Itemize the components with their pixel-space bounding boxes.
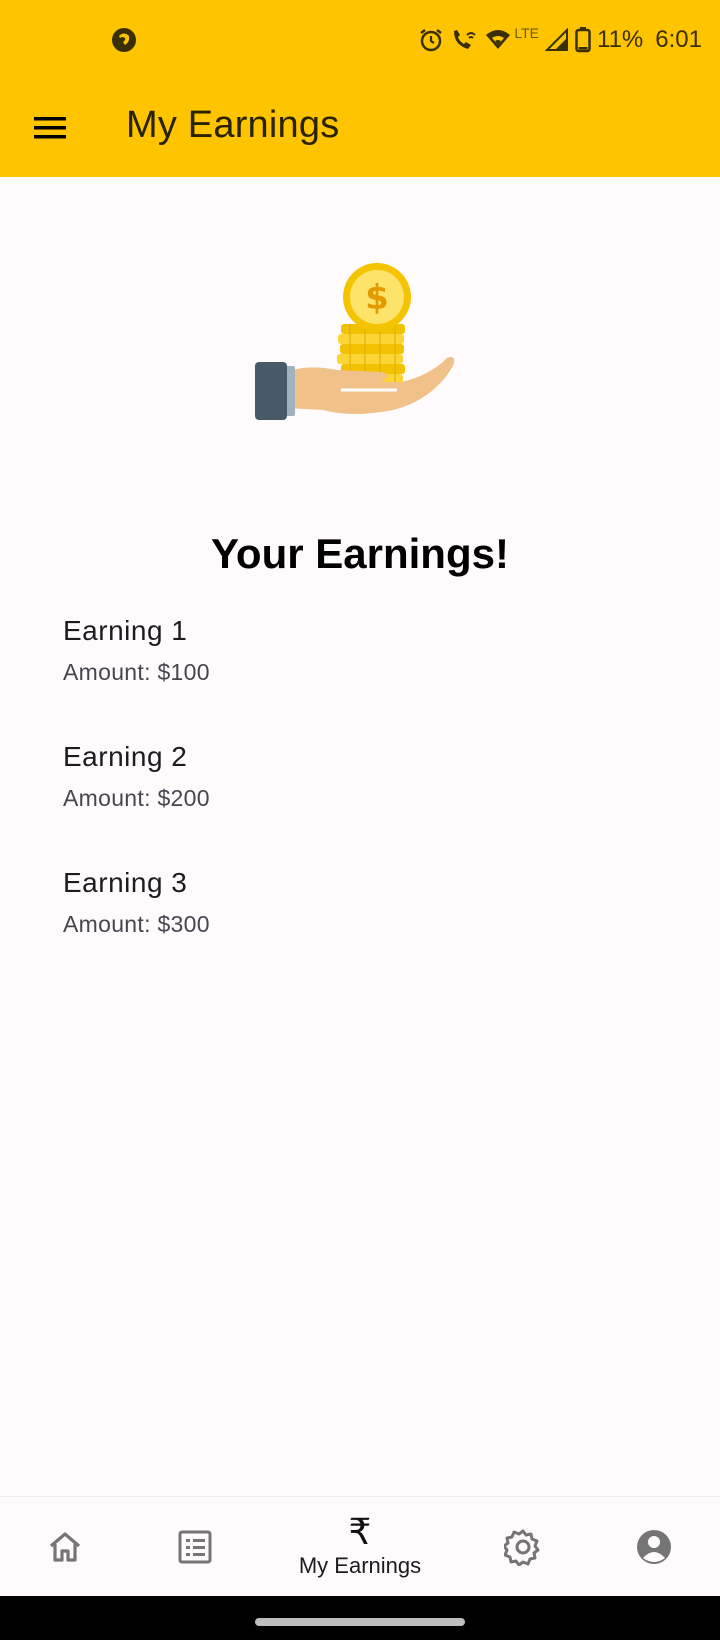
list-item[interactable]: Earning 3 Amount: $300 bbox=[63, 867, 663, 993]
home-icon bbox=[49, 1532, 81, 1562]
battery-percent: 11% bbox=[597, 26, 644, 53]
list-item[interactable]: Earning 2 Amount: $200 bbox=[63, 741, 663, 867]
list-item[interactable]: Earning 1 Amount: $100 bbox=[63, 615, 663, 741]
wifi-icon bbox=[484, 27, 512, 53]
hamburger-menu-icon bbox=[34, 117, 66, 139]
home-gesture-handle[interactable] bbox=[255, 1618, 465, 1626]
status-bar: LTE 11% 6:01 bbox=[0, 0, 720, 82]
bottom-navigation: ₹ My Earnings bbox=[0, 1496, 720, 1596]
battery-icon bbox=[575, 27, 591, 53]
earning-amount: Amount: $200 bbox=[63, 785, 210, 811]
hand-holding-coins-illustration: $ bbox=[255, 262, 465, 432]
signal-icon bbox=[545, 28, 569, 52]
earning-title: Earning 2 bbox=[63, 741, 188, 772]
earning-title: Earning 3 bbox=[63, 867, 188, 898]
app-notification-icon bbox=[110, 26, 138, 54]
nav-item-my-earnings[interactable]: ₹ My Earnings bbox=[270, 1497, 450, 1597]
rupee-icon: ₹ bbox=[348, 1512, 372, 1553]
status-icons: LTE 11% 6:01 bbox=[418, 24, 702, 56]
earnings-heading: Your Earnings! bbox=[211, 530, 509, 577]
clock: 6:01 bbox=[655, 26, 702, 53]
nav-label: My Earnings bbox=[298, 1553, 422, 1578]
earning-amount: Amount: $100 bbox=[63, 659, 210, 685]
app-bar: My Earnings bbox=[0, 82, 720, 177]
nav-item-list[interactable] bbox=[160, 1497, 230, 1597]
wifi-call-icon bbox=[450, 27, 478, 53]
earnings-list: Earning 1 Amount: $100 Earning 2 Amount:… bbox=[63, 615, 663, 993]
page-title: My Earnings bbox=[126, 104, 340, 146]
alarm-icon bbox=[418, 27, 444, 53]
nav-item-home[interactable] bbox=[30, 1497, 100, 1597]
network-type: LTE bbox=[514, 25, 540, 41]
account-icon bbox=[637, 1530, 671, 1564]
earning-title: Earning 1 bbox=[63, 615, 188, 646]
earning-amount: Amount: $300 bbox=[63, 911, 210, 937]
list-icon bbox=[178, 1530, 212, 1564]
system-gesture-bar bbox=[0, 1596, 720, 1640]
menu-button[interactable] bbox=[24, 102, 76, 154]
svg-text:$: $ bbox=[365, 278, 389, 318]
settings-icon bbox=[504, 1529, 540, 1566]
nav-item-profile[interactable] bbox=[619, 1497, 689, 1597]
nav-item-settings[interactable] bbox=[488, 1497, 558, 1597]
